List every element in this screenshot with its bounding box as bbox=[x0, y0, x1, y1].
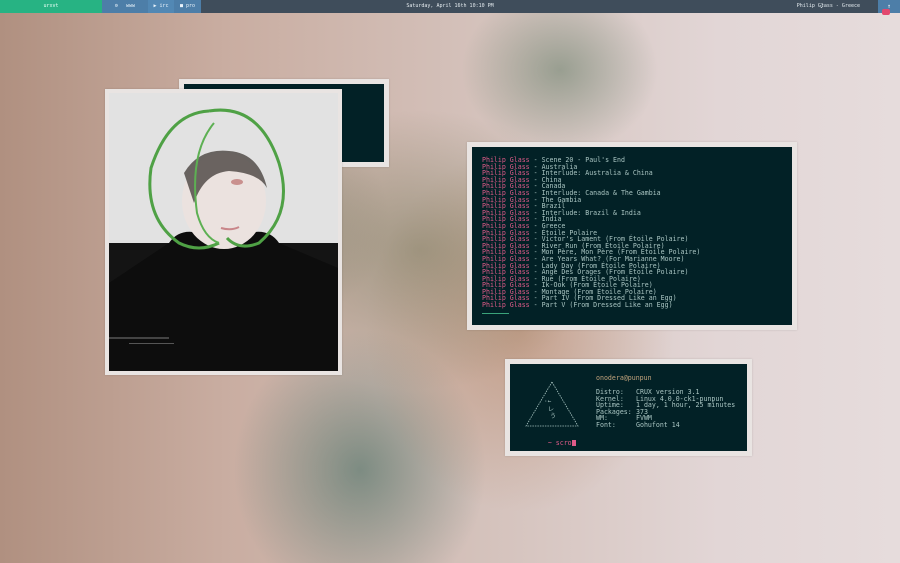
cursor bbox=[571, 439, 576, 446]
workspace-label: irc bbox=[159, 3, 169, 9]
track-separator: - bbox=[529, 301, 542, 310]
portrait-image bbox=[109, 93, 338, 371]
svg-text:う: う bbox=[550, 413, 556, 420]
music-player-window[interactable]: Philip Glass - Scene 20 - Paul's End Phil… bbox=[467, 142, 797, 330]
image-viewer-window[interactable] bbox=[105, 89, 342, 375]
workspace-irc[interactable]: ▶ irc bbox=[148, 0, 174, 13]
fetch-terminal: ·← レ う onodera@punpun Distro: CRUX versio… bbox=[510, 364, 747, 451]
workspace-label: pro bbox=[185, 3, 196, 9]
user-host: onodera@punpun bbox=[596, 374, 652, 382]
playlist-item[interactable]: Philip Glass - Part V (From Dressed Like… bbox=[482, 302, 700, 309]
terminal-window[interactable]: ·← レ う onodera@punpun Distro: CRUX versio… bbox=[505, 359, 752, 456]
info-value: Gohufont 14 bbox=[636, 420, 680, 429]
play-icon: ▶ bbox=[153, 3, 157, 9]
clock: Saturday, April 16th 10:10 PM bbox=[406, 3, 494, 9]
playlist-terminal: Philip Glass - Scene 20 - Paul's End Phil… bbox=[472, 147, 792, 325]
now-playing: Philip Glass - Greece bbox=[796, 3, 860, 9]
square-icon: ■ bbox=[179, 3, 183, 9]
progress-bar bbox=[482, 313, 509, 314]
track-title: Part V (From Dressed Like an Egg) bbox=[541, 301, 673, 310]
crux-logo-icon: ·← レ う bbox=[525, 381, 579, 427]
workspace-label: www bbox=[125, 3, 136, 9]
shell-prompt[interactable]: ~ scro bbox=[524, 433, 576, 453]
progress-track bbox=[482, 313, 782, 314]
info-key: Font: bbox=[596, 420, 616, 429]
system-info: Distro: CRUX version 3.1 Kernel: Linux 4.0.… bbox=[596, 389, 735, 429]
workspace-www[interactable]: ⚙ www bbox=[102, 0, 148, 13]
svg-text:·←: ·← bbox=[544, 398, 552, 405]
info-row: Packages: 373 bbox=[596, 408, 735, 416]
svg-text:レ: レ bbox=[548, 406, 554, 413]
gear-icon: ⚙ bbox=[114, 3, 118, 9]
info-row: Font: Gohufont 14 bbox=[596, 422, 735, 429]
notification-badge bbox=[882, 9, 890, 15]
playlist: Philip Glass - Scene 20 - Paul's End Phil… bbox=[482, 157, 700, 309]
track-artist: Philip Glass bbox=[482, 301, 530, 310]
workspace-active[interactable]: urxvt bbox=[0, 0, 102, 13]
workspace-pro[interactable]: ■ pro bbox=[174, 0, 201, 13]
prompt-text: ~ scro bbox=[547, 438, 572, 447]
top-panel: urxvt ⚙ www ▶ irc ■ pro Saturday, April 16t… bbox=[0, 0, 900, 15]
info-value: 1 day, 1 hour, 25 minutes bbox=[636, 401, 736, 410]
